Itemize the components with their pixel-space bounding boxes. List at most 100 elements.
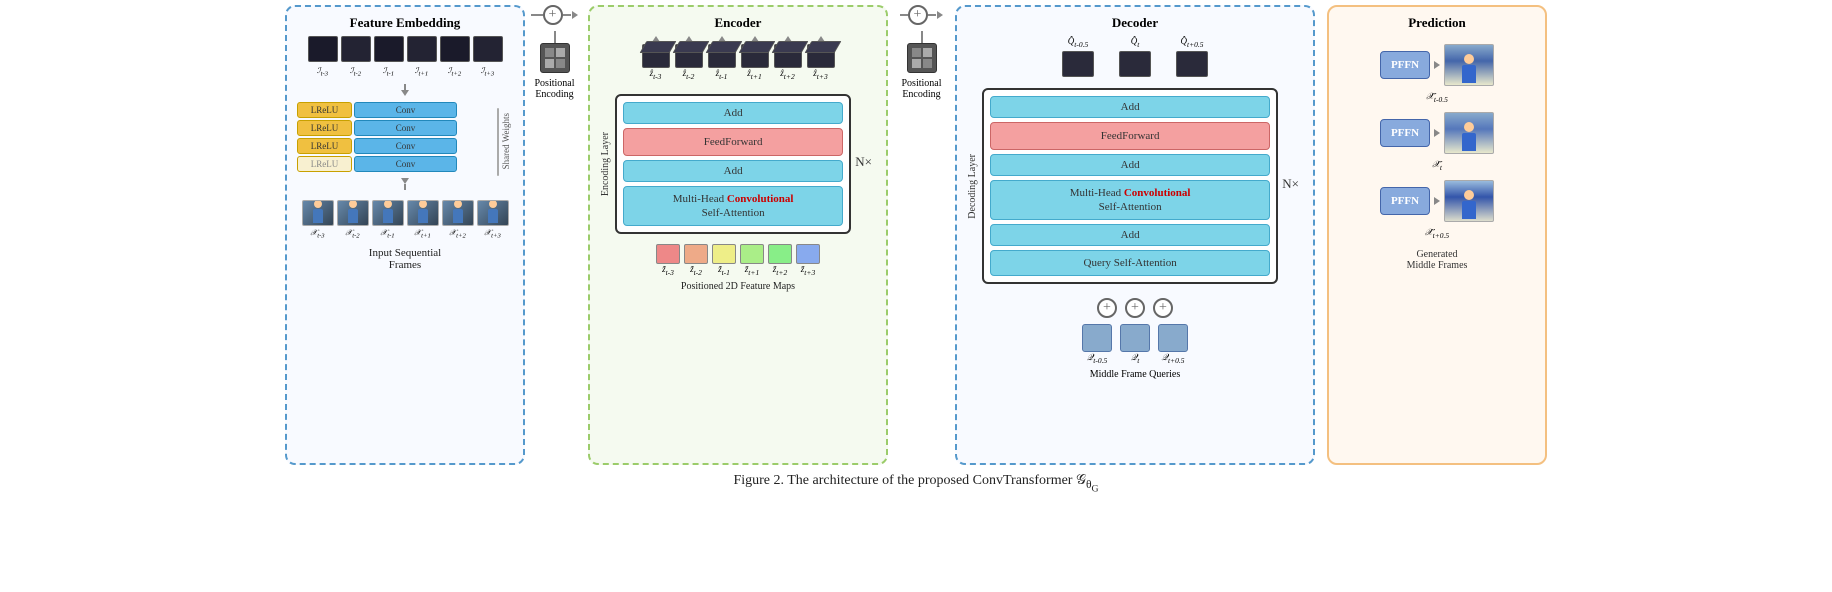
input-img-label-5: 𝒳t+2 <box>442 228 474 240</box>
encoder-top-cubes: ẑt-3 ẑt-2 ẑt-1 ẑt+1 <box>642 36 835 87</box>
frame-thumb-2 <box>341 36 371 62</box>
bottom-query-area: + + + 𝒬t-0.5 𝒬t <box>1082 292 1188 380</box>
figure-caption: Figure 2. The architecture of the propos… <box>733 473 1098 500</box>
q-label-3: 𝒬t+0.5 <box>1162 352 1185 365</box>
query-cubes-row: 𝒬t-0.5 𝒬t 𝒬t+0.5 <box>1082 324 1188 365</box>
z-label-1: z̃t-3 <box>662 264 674 277</box>
encoder-section: Encoder ẑt-3 <box>588 5 888 465</box>
conv-layer-3: LReLU Conv <box>297 138 457 154</box>
z-cube-3 <box>712 244 736 264</box>
input-img-3 <box>372 200 404 226</box>
z-label-2: z̃t-2 <box>690 264 702 277</box>
query-plus-circle-2: + <box>1125 298 1145 318</box>
person-4 <box>418 200 428 223</box>
decoder-inner-box: Add FeedForward Add Multi-Head Convoluti… <box>982 88 1278 285</box>
enc-conv-label: Convolutional <box>727 193 794 205</box>
dec-add-bar-2: Add <box>990 154 1270 176</box>
frame-label-5: ℐt+2 <box>440 66 470 78</box>
conv-stack: LReLU Conv LReLU Conv LReLU Conv LReLU C… <box>297 102 457 172</box>
frame-thumb-6 <box>473 36 503 62</box>
q-plus-sym-2: + <box>1131 300 1139 316</box>
zhat-cube-5 <box>774 44 802 68</box>
r-body-1 <box>1462 65 1476 83</box>
caption-text: Figure 2. The architecture of the propos… <box>733 473 1098 488</box>
hline-left <box>531 14 543 16</box>
decoder-title: Decoder <box>1112 15 1158 31</box>
result-label-2: 𝒳̂t <box>1432 159 1442 172</box>
decoder-section: Decoder Q̂t-0.5 Q̂t Q̂t+0.5 <box>955 5 1315 465</box>
pos-enc-box-2 <box>907 43 937 73</box>
positioned-feat-maps-label: Positioned 2D Feature Maps <box>681 281 795 292</box>
frame-label-1: ℐt-3 <box>308 66 338 78</box>
r-body-3 <box>1462 201 1476 219</box>
encoder-title: Encoder <box>715 15 762 31</box>
decoder-top-cubes: Q̂t-0.5 Q̂t Q̂t+0.5 <box>1062 36 1208 81</box>
top-frames-row <box>308 36 503 62</box>
enc-add-bar-2: Add <box>623 160 843 182</box>
q-cube-wrap-1: 𝒬t-0.5 <box>1082 324 1112 365</box>
top-cube-1: ẑt-3 <box>642 44 670 81</box>
person-6 <box>488 200 498 223</box>
z-cube-2 <box>684 244 708 264</box>
zhat-cube-4 <box>741 44 769 68</box>
pffn-arrow-3 <box>1434 197 1440 205</box>
person-2 <box>348 200 358 223</box>
query-plus-3: + <box>1153 298 1173 318</box>
input-img-label-6: 𝒳t+3 <box>477 228 509 240</box>
conv-2: Conv <box>354 120 457 136</box>
zhat-label-1: ẑt-3 <box>642 68 670 81</box>
pffn-row-1: PFFN 𝒳̂t-0.5 <box>1380 44 1494 104</box>
dec-top-cube-2 <box>1119 51 1151 77</box>
person-1 <box>313 200 323 223</box>
input-img-wrap-4: 𝒳t+1 <box>407 200 439 240</box>
vline-pos-2 <box>921 31 923 43</box>
result-img-2 <box>1444 112 1494 154</box>
pffn-box-2: PFFN <box>1380 119 1430 147</box>
dec-cube-wrap-3: Q̂t+0.5 <box>1176 36 1208 77</box>
z-feat-5: z̃t+2 <box>768 244 792 277</box>
r-head-2 <box>1464 122 1474 132</box>
query-plus-row: + + + <box>1082 298 1188 318</box>
prediction-title: Prediction <box>1408 15 1466 31</box>
qhat-label-1: Q̂t-0.5 <box>1068 36 1088 49</box>
pos-enc-2-connector: + PositionalEncoding <box>894 5 949 190</box>
decoder-nx: N× <box>1278 176 1303 192</box>
pffn-img-row-1: PFFN <box>1380 44 1494 86</box>
feature-embedding-section: Feature Embedding ℐt-3 ℐt-2 ℐt-1 ℐt+1 ℐt… <box>285 5 525 465</box>
plus-symbol-1: + <box>549 7 557 23</box>
input-sequential-label: Input SequentialFrames <box>369 247 441 271</box>
pffn-img-row-3: PFFN <box>1380 180 1494 222</box>
encoder-bottom-cubes: z̃t-3 z̃t-2 z̃t-1 z̃t+1 z̃t+2 <box>656 244 820 277</box>
pffn-row-2: PFFN 𝒳̂t <box>1380 112 1494 172</box>
generated-label: GeneratedMiddle Frames <box>1407 249 1468 271</box>
feature-embedding-title: Feature Embedding <box>350 15 461 31</box>
z-feat-4: z̃t+1 <box>740 244 764 277</box>
pos-enc-label-2: PositionalEncoding <box>901 78 941 100</box>
q-cube-wrap-3: 𝒬t+0.5 <box>1158 324 1188 365</box>
arrow-down-2 <box>401 178 409 190</box>
frame-thumb-3 <box>374 36 404 62</box>
body-5 <box>453 209 463 223</box>
input-img-label-4: 𝒳t+1 <box>407 228 439 240</box>
lrelu-1: LReLU <box>297 102 352 118</box>
conv-1: Conv <box>354 102 457 118</box>
z-label-3: z̃t-1 <box>718 264 730 277</box>
dec-selfattn-label: Self-Attention <box>1099 200 1162 214</box>
z-feat-6: z̃t+3 <box>796 244 820 277</box>
input-img-wrap-5: 𝒳t+2 <box>442 200 474 240</box>
zhat-label-4: ẑt+1 <box>741 68 769 81</box>
frame-label-6: ℐt+3 <box>473 66 503 78</box>
dec-top-cube-1 <box>1062 51 1094 77</box>
r-head-1 <box>1464 54 1474 64</box>
top-cube-5: ẑt+2 <box>774 44 802 81</box>
query-plus-circle-3: + <box>1153 298 1173 318</box>
frame-label-3: ℐt-1 <box>374 66 404 78</box>
top-cube-2: ẑt-2 <box>675 44 703 81</box>
enc-feedforward-bar: FeedForward <box>623 128 843 156</box>
dec-query-sa-bar: Query Self-Attention <box>990 250 1270 276</box>
result-person-3 <box>1462 190 1476 219</box>
pffn-row-3: PFFN 𝒳̂t+0.5 <box>1380 180 1494 240</box>
encoder-top-cube-row: ẑt-3 ẑt-2 ẑt-1 ẑt+1 <box>642 44 835 81</box>
decoder-top-cube-row: Q̂t-0.5 Q̂t Q̂t+0.5 <box>1062 36 1208 77</box>
pos-enc-1-area: + <box>531 5 579 100</box>
